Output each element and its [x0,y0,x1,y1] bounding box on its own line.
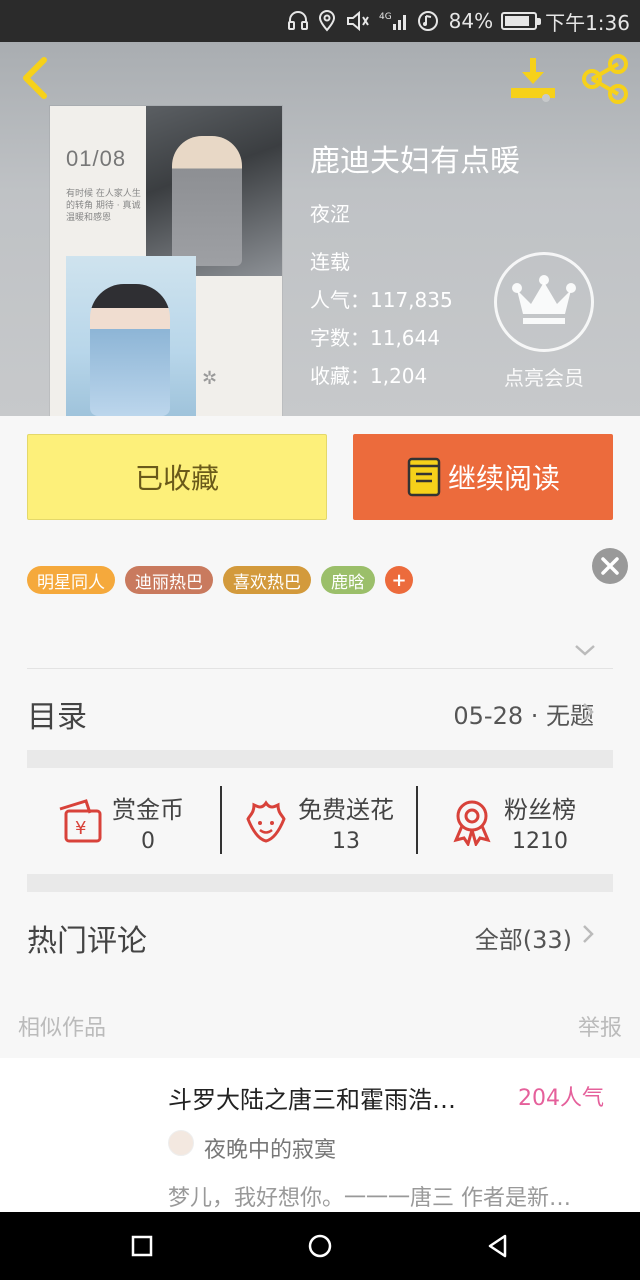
book-cover[interactable]: 01/08 有时候 在人家人生的转角 期待 · 真诚 温暖和感恩 ✲ [50,106,282,416]
battery-fill [505,16,529,26]
share-icon [582,54,628,104]
flower-icon [240,796,292,848]
collected-label: 已收藏 [134,462,219,495]
favorites-label: 收藏： [310,364,370,388]
book-header: 01/08 有时候 在人家人生的转角 期待 · 真诚 温暖和感恩 ✲ 鹿迪夫妇有… [0,42,640,416]
work-description: 梦儿，我好想你。一一一唐三 作者是新… [168,1186,571,1211]
vip-button[interactable] [494,252,594,352]
continue-reading-label: 继续阅读 [447,462,560,495]
chevron-right-icon [583,925,594,943]
back-button[interactable] [14,54,56,102]
vibrate-icon [345,10,371,32]
status-bar: 4G 84% 下午1:36 [0,0,640,42]
location-icon [317,10,337,32]
popularity-stat: 人气：117,835 [310,284,453,313]
tag-item[interactable]: 明星同人 [27,566,115,594]
work-author: 夜晚中的寂寞 [204,1138,337,1163]
svg-text:4G: 4G [379,12,392,22]
stats-row: ¥ 赏金币 0 免费送花 13 粉丝榜 1210 [0,768,640,876]
action-bar: 已收藏 继续阅读 [0,416,640,536]
words-label: 字数： [310,326,370,350]
hot-comments-title: 热门评论 [27,924,147,959]
cover-sparkle-icon: ✲ [202,368,218,389]
similar-work-item[interactable]: 斗罗大陆之唐三和霍雨浩… 204人气 夜晚中的寂寞 梦儿，我好想你。一一一唐三 … [0,1058,640,1214]
signal-icon: 4G [379,10,409,32]
fans-label: 粉丝榜 [504,796,576,824]
svg-text:¥: ¥ [75,818,86,839]
expand-button[interactable] [573,640,597,660]
book-icon [407,457,441,497]
fans-ranking-button[interactable]: 粉丝榜 1210 [446,768,576,876]
section-separator [27,750,613,768]
work-title: 斗罗大陆之唐三和霍雨浩… [168,1086,456,1114]
similar-works-title: 相似作品 [18,1016,107,1041]
status-icons: 4G [287,10,439,32]
fans-value: 1210 [512,829,568,854]
cover-date: 01/08 [66,146,127,171]
triangle-back-icon [488,1234,507,1258]
home-button[interactable] [302,1228,338,1264]
words-value: 11,644 [370,326,440,350]
download-icon [511,58,555,102]
download-button[interactable] [508,54,558,104]
recents-button[interactable] [124,1228,160,1264]
tag-list: 明星同人 迪丽热巴 喜欢热巴 鹿晗 + [27,566,413,594]
hot-comments-row[interactable]: 热门评论 全部(33) [0,892,640,976]
navigation-bar [0,1212,640,1280]
popularity-label: 人气： [310,288,370,312]
book-status: 连载 [310,250,350,274]
close-icon [601,557,619,575]
music-icon [417,10,439,32]
cover-person-bottom [90,284,170,416]
similar-works-header: 相似作品 举报 [0,1006,640,1046]
reward-coins-button[interactable]: ¥ 赏金币 0 [54,768,184,876]
chevron-right-icon [583,703,594,721]
chevron-down-icon [575,645,595,656]
section-separator [27,874,613,892]
continue-reading-button[interactable]: 继续阅读 [353,434,613,520]
battery-icon [501,12,542,30]
battery-percent: 84% [448,9,494,33]
back-nav-button[interactable] [480,1228,516,1264]
vip-label: 点亮会员 [504,366,584,390]
status-time: 下午1:36 [545,10,630,35]
tag-item[interactable]: 迪丽热巴 [125,566,213,594]
square-icon [131,1235,153,1257]
medal-icon [446,796,498,848]
latest-chapter: 05-28 · 无题 [453,702,594,730]
collected-button[interactable]: 已收藏 [27,434,327,520]
cover-caption: 有时候 在人家人生的转角 期待 · 真诚 温暖和感恩 [66,189,141,223]
catalog-title: 目录 [27,700,87,735]
favorites-stat: 收藏：1,204 [310,360,427,389]
cover-person-top [172,136,242,266]
reward-envelope-icon: ¥ [54,796,106,848]
popularity-value: 117,835 [370,288,453,312]
favorites-value: 1,204 [370,364,428,388]
headphones-icon [287,10,309,32]
reward-label: 赏金币 [112,796,184,824]
book-title: 鹿迪夫妇有点暖 [310,144,520,179]
back-arrow-icon [23,57,47,99]
author-avatar [168,1130,194,1156]
reward-value: 0 [141,829,155,854]
tag-item[interactable]: 鹿晗 [321,566,375,594]
words-stat: 字数：11,644 [310,322,440,351]
all-comments-link[interactable]: 全部(33) [475,920,572,955]
flowers-label: 免费送花 [298,796,394,824]
stat-separator [416,786,418,854]
crown-icon [512,275,576,324]
book-author[interactable]: 夜涩 [310,198,350,227]
catalog-row[interactable]: 目录 05-28 · 无题 [0,672,640,750]
stat-separator [220,786,222,854]
close-button[interactable] [592,548,628,584]
divider [27,668,613,669]
share-button[interactable] [578,52,632,106]
free-flowers-button[interactable]: 免费送花 13 [240,768,394,876]
circle-icon [308,1234,332,1258]
work-popularity: 204人气 [518,1086,604,1111]
tag-item[interactable]: 喜欢热巴 [223,566,311,594]
flowers-value: 13 [332,829,360,854]
report-button[interactable]: 举报 [578,1010,622,1042]
add-tag-button[interactable]: + [385,566,413,594]
